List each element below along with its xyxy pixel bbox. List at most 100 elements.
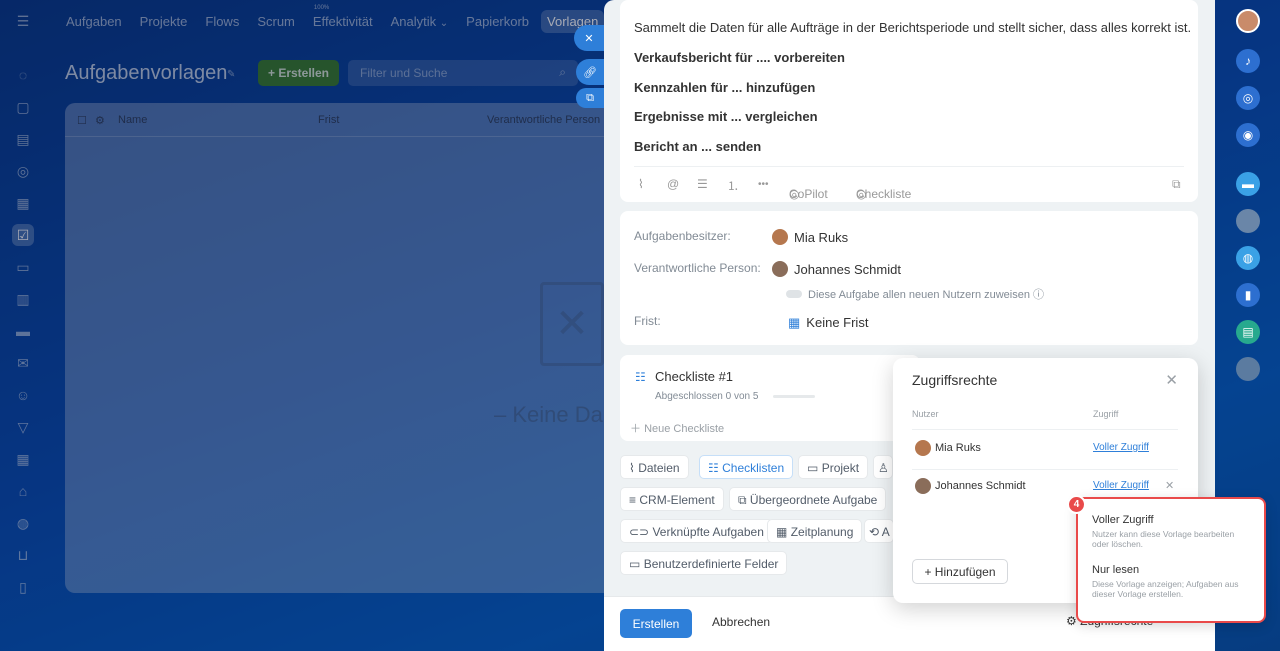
checklist-list-icon: ☷ — [635, 370, 646, 384]
task-details-card: Aufgabenbesitzer: Mia Ruks Verantwortlic… — [620, 211, 1198, 345]
divider — [912, 469, 1178, 470]
chip-crm-label: CRM-Element — [639, 493, 715, 507]
chip-project-label: Projekt — [821, 461, 860, 475]
add-user-button[interactable]: + Hinzufügen — [912, 559, 1008, 584]
user-name: Mia Ruks — [935, 442, 981, 454]
access-level-link[interactable]: Voller Zugriff — [1093, 480, 1149, 491]
checklist-progress: Abgeschlossen 0 von 5 — [655, 391, 759, 402]
option-read-only[interactable]: Nur lesen — [1092, 564, 1139, 576]
owner-name: Mia Ruks — [794, 230, 849, 245]
editor-toolbar: ⌇ @ ☰ ⒈ ••• ◎ CoPilot ◎ Checkliste ⧉ — [634, 166, 1184, 202]
owner-value[interactable]: Mia Ruks — [772, 229, 848, 245]
mention-icon[interactable]: @ — [667, 177, 679, 191]
chip-schedule-label: Zeitplanung — [790, 525, 854, 539]
messages-icon[interactable]: ◉ — [1236, 123, 1260, 147]
chip-repeat[interactable]: ⟲ A — [864, 519, 894, 543]
help-icon[interactable]: ⓘ — [1033, 289, 1044, 301]
contact-avatar-2[interactable] — [1236, 357, 1260, 381]
deadline-value[interactable]: ▦ Keine Frist — [788, 315, 868, 331]
popup-title: Zugriffsrechte — [912, 372, 998, 388]
copilot-chat-icon[interactable]: ◎ — [1236, 86, 1260, 110]
column-user: Nutzer — [912, 409, 939, 419]
access-level-link[interactable]: Voller Zugriff — [1093, 442, 1149, 453]
external-link-icon: ⧉ — [586, 91, 594, 104]
expand-editor-icon[interactable]: ⧉ — [1172, 177, 1181, 192]
responsible-label: Verantwortliche Person: — [634, 261, 761, 275]
notes-icon[interactable]: ▤ — [1236, 320, 1260, 344]
owner-label: Aufgabenbesitzer: — [634, 229, 731, 243]
option-read-only-desc: Diese Vorlage anzeigen; Aufgaben aus die… — [1092, 579, 1239, 599]
chip-scheduling[interactable]: ▦ Zeitplanung — [767, 519, 863, 543]
close-panel-button[interactable]: ✕ — [574, 25, 604, 51]
chip-linked-tasks[interactable]: ⊂⊃ Verknüpfte Aufgaben — [620, 519, 773, 543]
deadline-text: Keine Frist — [806, 315, 869, 330]
chip-checklists-label: Checklisten — [722, 461, 785, 475]
description-line-5-text: Bericht an ... senden — [634, 139, 762, 154]
numbered-list-icon[interactable]: ⒈ — [727, 177, 739, 194]
column-access: Zugriff — [1093, 409, 1119, 419]
chip-checklists[interactable]: ☷ Checklisten — [699, 455, 794, 479]
chip-files[interactable]: ⌇ Dateien — [620, 455, 689, 479]
description-line-1: Sammelt die Daten für alle Aufträge in d… — [634, 20, 1192, 35]
list-icon: ☷ — [708, 461, 719, 475]
chip-parent-task[interactable]: ⧉ Übergeordnete Aufgabe — [729, 487, 887, 511]
deadline-label: Frist: — [634, 314, 661, 328]
remove-user-icon[interactable]: ✕ — [1165, 479, 1174, 492]
new-checklist-label: Neue Checkliste — [644, 423, 725, 435]
new-checklist-button[interactable]: ＋ Neue Checkliste — [630, 420, 724, 436]
chip-linked-label: Verknüpfte Aufgaben — [652, 525, 764, 539]
description-line-3-text: Kennzahlen für ... hinzufügen — [634, 80, 816, 95]
chip-custom-fields[interactable]: ▭ Benutzerdefinierte Felder — [620, 551, 788, 575]
more-icon[interactable]: ••• — [758, 179, 769, 190]
link-icon: 🔗︎ — [583, 66, 597, 79]
contact-avatar-1[interactable] — [1236, 209, 1260, 233]
calendar-icon: ▦ — [788, 315, 801, 330]
copilot-label: CoPilot — [789, 187, 828, 201]
description-line-4-text: Ergebnisse mit ... vergleichen — [634, 109, 818, 124]
link-chain-icon: ⊂⊃ — [629, 525, 650, 539]
user-name: Johannes Schmidt — [935, 480, 1026, 492]
responsible-name: Johannes Schmidt — [794, 262, 901, 277]
parent-task-icon: ⧉ — [738, 493, 747, 507]
checklist-progress-bar — [773, 395, 815, 398]
custom-fields-icon: ▭ — [629, 557, 641, 571]
access-level-dropdown: Voller Zugriff Nutzer kann diese Vorlage… — [1076, 497, 1266, 623]
description-line-2-text: Verkaufsbericht für .... vorbereiten — [634, 50, 845, 65]
step-badge: 4 — [1067, 495, 1086, 514]
toggle-switch[interactable] — [786, 290, 802, 298]
plus-icon: ＋ — [630, 423, 641, 435]
chip-project[interactable]: ▭ Projekt — [798, 455, 869, 479]
chip-person[interactable]: ♙ — [873, 455, 893, 479]
create-button[interactable]: Erstellen — [620, 609, 692, 638]
description-editor[interactable]: Sammelt die Daten für alle Aufträge in d… — [620, 0, 1198, 202]
description-line-3: Kennzahlen für ... hinzufügen — [634, 80, 815, 95]
responsible-value[interactable]: Johannes Schmidt — [772, 261, 901, 277]
checklist-title[interactable]: Checkliste #1 — [655, 369, 733, 384]
folder-icon: ▭ — [807, 461, 819, 475]
close-icon: ✕ — [584, 32, 594, 45]
assign-all-label: Diese Aufgabe allen neuen Nutzern zuweis… — [808, 289, 1030, 301]
bot-icon[interactable]: ◍ — [1236, 246, 1260, 270]
bullet-list-icon[interactable]: ☰ — [697, 177, 708, 191]
avatar — [772, 229, 788, 245]
cancel-button[interactable]: Abbrechen — [712, 615, 770, 629]
description-line-4: Ergebnisse mit ... vergleichen — [634, 109, 818, 124]
paperclip-icon: ⌇ — [629, 461, 635, 475]
option-full-access-desc: Nutzer kann diese Vorlage bearbeiten ode… — [1092, 529, 1235, 549]
checklist-card: ☷ Checkliste #1 Abgeschlossen 0 von 5 ＋ … — [620, 355, 920, 441]
close-icon[interactable]: ✕ — [1165, 371, 1178, 389]
open-new-window-button[interactable]: ⧉ — [576, 88, 604, 108]
crm-icon: ≡ — [629, 493, 637, 507]
bookmark-icon[interactable]: ▮ — [1236, 283, 1260, 307]
schedule-icon: ▦ — [776, 525, 788, 539]
notifications-icon[interactable]: ♪ — [1236, 49, 1260, 73]
assign-all-toggle[interactable]: Diese Aufgabe allen neuen Nutzern zuweis… — [786, 286, 1044, 302]
attach-icon[interactable]: ⌇ — [638, 177, 644, 191]
chat-bubble-icon[interactable]: ▬ — [1236, 172, 1260, 196]
option-full-access[interactable]: Voller Zugriff — [1092, 514, 1154, 526]
repeat-icon: ⟲ — [869, 525, 880, 539]
copy-link-button[interactable]: 🔗︎ — [576, 59, 604, 85]
avatar — [915, 440, 931, 456]
chip-crm[interactable]: ≡ CRM-Element — [620, 487, 724, 511]
user-avatar[interactable] — [1236, 9, 1260, 33]
